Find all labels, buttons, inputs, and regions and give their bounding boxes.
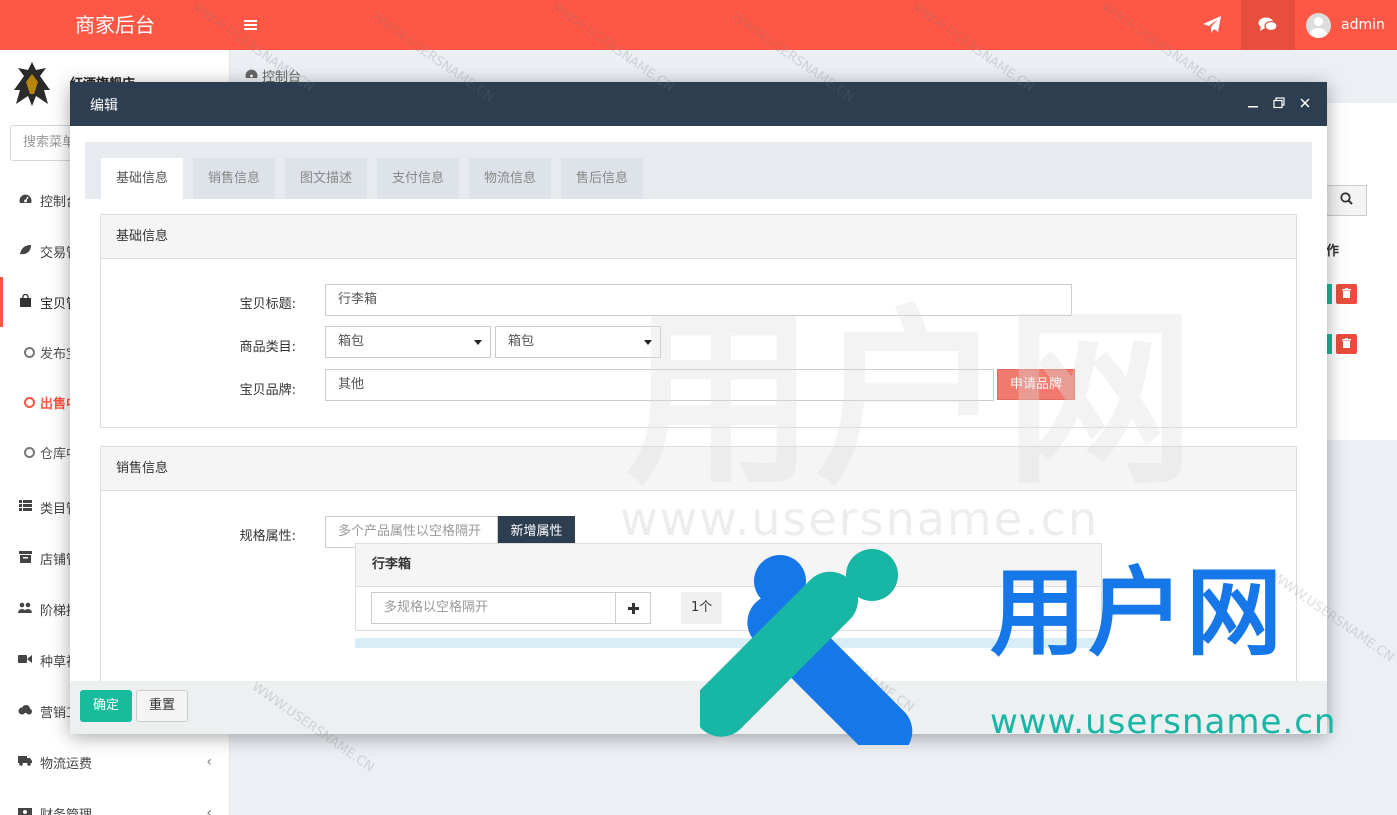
close-icon[interactable] bbox=[1296, 94, 1314, 112]
edit-button[interactable] bbox=[1327, 334, 1332, 354]
search-icon bbox=[1340, 192, 1353, 209]
edit-button[interactable] bbox=[1327, 284, 1332, 304]
plus-icon bbox=[627, 599, 639, 618]
dashboard-icon bbox=[18, 193, 32, 208]
shopping-bag-icon bbox=[18, 293, 32, 310]
leaf-icon bbox=[18, 244, 32, 259]
user-menu[interactable]: admin bbox=[1306, 0, 1395, 50]
sidebar-item-label: 物流运费 bbox=[40, 756, 93, 772]
maximize-icon[interactable] bbox=[1270, 94, 1288, 112]
dialog-header[interactable]: 编辑 bbox=[70, 82, 1327, 126]
avatar bbox=[1306, 12, 1331, 38]
tab-bar: 基础信息 销售信息 图文描述 支付信息 物流信息 售后信息 bbox=[85, 142, 1312, 199]
truck-icon bbox=[18, 755, 32, 769]
caret-down-icon bbox=[474, 340, 482, 345]
list-icon bbox=[18, 500, 32, 514]
shop-logo-icon bbox=[10, 60, 54, 108]
circle-icon bbox=[24, 346, 35, 358]
sidebar-item-label: 财务管理 bbox=[40, 807, 93, 815]
background-content-panel bbox=[1327, 103, 1397, 440]
video-icon bbox=[18, 653, 32, 667]
money-icon bbox=[18, 806, 32, 815]
watermark-url: www.usersname.cn bbox=[990, 702, 1337, 742]
watermark-brand: 用户网 bbox=[990, 557, 1284, 669]
watermark-faint-url: www.usersname.cn bbox=[620, 492, 1100, 546]
table-row-actions bbox=[1327, 284, 1367, 304]
archive-icon bbox=[18, 550, 32, 566]
sidebar-item-finance[interactable]: 财务管理 ‹ bbox=[0, 788, 230, 815]
panel-title: 基础信息 bbox=[101, 215, 1296, 259]
spec-label: 规格属性: bbox=[239, 529, 296, 544]
sidebar-toggle-icon[interactable] bbox=[244, 14, 260, 36]
delete-button[interactable] bbox=[1336, 334, 1357, 354]
category-label: 商品类目: bbox=[239, 340, 296, 355]
add-spec-value-button[interactable] bbox=[615, 592, 651, 624]
minimize-icon[interactable] bbox=[1244, 94, 1262, 112]
tab-logistics-info[interactable]: 物流信息 bbox=[469, 158, 552, 199]
reset-button[interactable]: 重置 bbox=[136, 690, 188, 722]
cloud-icon bbox=[18, 704, 32, 718]
trash-icon bbox=[1342, 287, 1351, 301]
chat-icon[interactable] bbox=[1241, 0, 1295, 50]
tab-description[interactable]: 图文描述 bbox=[285, 158, 368, 199]
delete-button[interactable] bbox=[1336, 284, 1357, 304]
title-label: 宝贝标题: bbox=[239, 297, 296, 312]
dialog-title: 编辑 bbox=[90, 98, 118, 114]
paper-plane-icon[interactable] bbox=[1196, 0, 1228, 50]
confirm-button[interactable]: 确定 bbox=[80, 690, 132, 722]
category-select-2-value: 箱包 bbox=[508, 334, 535, 349]
chevron-left-icon: ‹ bbox=[206, 754, 212, 770]
tab-payment-info[interactable]: 支付信息 bbox=[377, 158, 460, 199]
tab-basic-info[interactable]: 基础信息 bbox=[101, 158, 184, 199]
tab-sales-info[interactable]: 销售信息 bbox=[193, 158, 276, 199]
users-icon bbox=[18, 602, 32, 617]
chevron-left-icon: ‹ bbox=[206, 805, 212, 815]
circle-icon bbox=[24, 396, 35, 408]
table-row-actions bbox=[1327, 334, 1367, 354]
circle-icon bbox=[24, 446, 35, 458]
category-select-1-value: 箱包 bbox=[338, 334, 365, 349]
trash-icon bbox=[1342, 337, 1351, 351]
spec-value-input[interactable]: 多规格以空格隔开 bbox=[371, 592, 616, 624]
sidebar-item-logistics[interactable]: 物流运费 ‹ bbox=[0, 737, 230, 787]
watermark-faint-brand: 用户网 bbox=[625, 289, 1196, 510]
username: admin bbox=[1341, 17, 1385, 33]
tab-after-sales[interactable]: 售后信息 bbox=[561, 158, 644, 199]
search-button[interactable] bbox=[1327, 185, 1367, 216]
category-select-1[interactable]: 箱包 bbox=[325, 326, 491, 358]
brand-label: 宝贝品牌: bbox=[239, 383, 296, 398]
